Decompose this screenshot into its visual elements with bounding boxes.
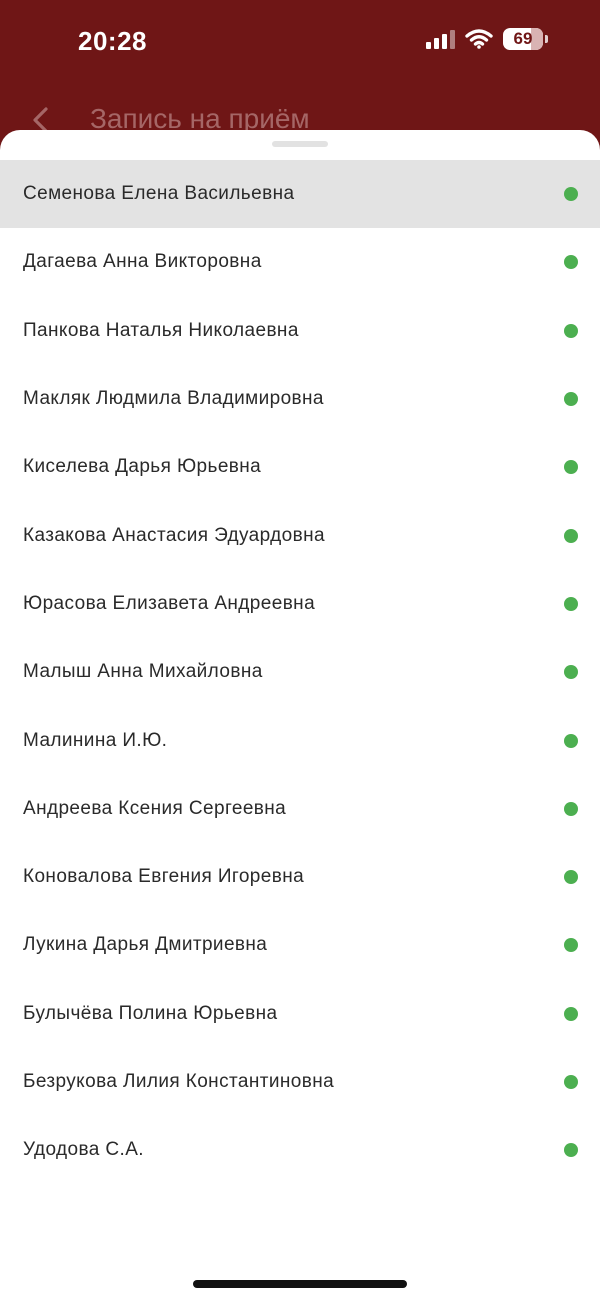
doctor-name: Панкова Наталья Николаевна xyxy=(23,319,299,341)
doctor-name: Малыш Анна Михайловна xyxy=(23,661,263,683)
availability-dot-icon xyxy=(564,187,578,202)
availability-dot-icon xyxy=(564,392,578,407)
battery-level: 69 xyxy=(513,29,533,48)
availability-dot-icon xyxy=(564,323,578,338)
cellular-signal-icon xyxy=(426,29,455,49)
doctor-row[interactable]: Малинина И.Ю. xyxy=(0,706,600,774)
doctor-name: Коновалова Евгения Игоревна xyxy=(23,866,305,888)
doctor-name: Юрасова Елизавета Андреевна xyxy=(23,592,316,614)
availability-dot-icon xyxy=(564,938,578,953)
doctor-row[interactable]: Панкова Наталья Николаевна xyxy=(0,297,600,365)
doctor-row[interactable]: Киселева Дарья Юрьевна xyxy=(0,433,600,501)
home-indicator[interactable] xyxy=(193,1280,407,1288)
doctor-name: Макляк Людмила Владимировна xyxy=(23,388,324,410)
doctor-list: Семенова Елена Васильевна Дагаева Анна Ви… xyxy=(0,160,600,1184)
availability-dot-icon xyxy=(564,596,578,611)
sheet-grabber[interactable] xyxy=(272,141,328,147)
doctor-name: Удодова С.А. xyxy=(23,1139,144,1161)
doctor-row[interactable]: Безрукова Лилия Константиновна xyxy=(0,1048,600,1116)
doctor-name: Киселева Дарья Юрьевна xyxy=(23,456,262,478)
doctor-row[interactable]: Андреева Ксения Сергеевна xyxy=(0,775,600,843)
availability-dot-icon xyxy=(564,665,578,680)
wifi-icon xyxy=(465,29,493,49)
availability-dot-icon xyxy=(564,255,578,270)
doctor-row[interactable]: Макляк Людмила Владимировна xyxy=(0,365,600,433)
doctor-row[interactable]: Лукина Дарья Дмитриевна xyxy=(0,911,600,979)
availability-dot-icon xyxy=(564,460,578,475)
availability-dot-icon xyxy=(564,1143,578,1158)
doctor-name: Лукина Дарья Дмитриевна xyxy=(23,934,268,956)
doctor-name: Дагаева Анна Викторовна xyxy=(23,251,262,273)
availability-dot-icon xyxy=(564,870,578,885)
battery-cap xyxy=(545,35,548,43)
status-bar: 20:28 69 xyxy=(0,0,600,80)
doctor-name: Безрукова Лилия Константиновна xyxy=(23,1071,335,1092)
doctor-row[interactable]: Казакова Анастасия Эдуардовна xyxy=(0,501,600,569)
doctor-name: Андреева Ксения Сергеевна xyxy=(23,797,287,819)
availability-dot-icon xyxy=(564,528,578,543)
availability-dot-icon xyxy=(564,733,578,748)
doctor-row[interactable]: Удодова С.А. xyxy=(0,1116,600,1184)
doctor-row[interactable]: Юрасова Елизавета Андреевна xyxy=(0,570,600,638)
doctor-row[interactable]: Малыш Анна Михайловна xyxy=(0,638,600,706)
doctor-row[interactable]: Семенова Елена Васильевна xyxy=(0,160,600,229)
status-indicators: 69 xyxy=(426,28,548,50)
doctor-name: Казакова Анастасия Эдуардовна xyxy=(23,524,325,546)
doctor-name: Семенова Елена Васильевна xyxy=(23,183,295,205)
battery-icon: 69 xyxy=(503,28,543,50)
doctor-row[interactable]: Коновалова Евгения Игоревна xyxy=(0,843,600,911)
doctor-name: Булычёва Полина Юрьевна xyxy=(23,1002,278,1024)
doctor-row[interactable]: Булычёва Полина Юрьевна xyxy=(0,980,600,1048)
doctor-name: Малинина И.Ю. xyxy=(23,729,168,751)
doctor-row[interactable]: Дагаева Анна Викторовна xyxy=(0,228,600,296)
availability-dot-icon xyxy=(564,1006,578,1021)
availability-dot-icon xyxy=(564,801,578,816)
status-time: 20:28 xyxy=(78,26,147,56)
doctor-picker-sheet: Семенова Елена Васильевна Дагаева Анна Ви… xyxy=(0,130,600,1300)
availability-dot-icon xyxy=(564,1075,578,1089)
